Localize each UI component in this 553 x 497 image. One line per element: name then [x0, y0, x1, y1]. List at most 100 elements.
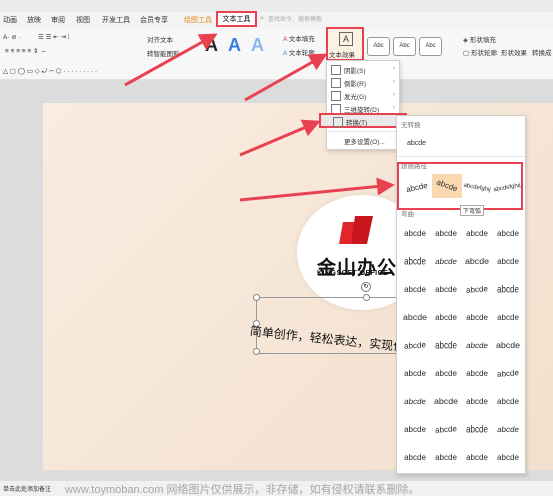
warp-option[interactable]: abcde	[493, 306, 523, 330]
menu-item-transform[interactable]: 转换(T) ›	[319, 113, 407, 128]
tab-developer[interactable]: 开发工具	[102, 15, 130, 25]
resize-handle[interactable]	[253, 294, 260, 301]
convert-smartart-button[interactable]: 转智能图形	[147, 48, 180, 58]
warp-option[interactable]: abcde	[429, 250, 462, 274]
shape-tools-icon[interactable]: △ ▢ ◯ ▭ ◇ ⤾ ⌒ ⬡ · · · · · · · · ·	[3, 67, 97, 76]
logo-subtitle: KINGSOFT OFFICE	[317, 270, 389, 277]
text-style-black-icon[interactable]: A	[205, 35, 218, 56]
glow-icon	[331, 91, 341, 101]
tooltip: 下弯弧	[460, 205, 485, 216]
shadow-icon	[331, 65, 341, 75]
warp-option[interactable]: abcde	[400, 222, 430, 246]
title-bar-strip	[0, 0, 553, 12]
text-effect-icon: A	[339, 32, 353, 46]
shape-outline-button[interactable]: ▢ 形状轮廓	[463, 47, 497, 57]
text-style-blue-icon[interactable]: A	[228, 35, 241, 56]
warp-option[interactable]: abcde	[462, 390, 492, 414]
text-style-outline-icon[interactable]: A	[251, 35, 264, 56]
text-fill-button[interactable]: A 文本填充	[283, 33, 315, 43]
align-text-button[interactable]: 对齐文本	[147, 34, 173, 44]
warp-option[interactable]: abcde	[430, 417, 462, 443]
menu-bar: 动画 放映 审阅 视图 开发工具 会员专享 绘图工具 文本工具 ⌕ 查找命令、搜…	[0, 11, 553, 30]
tab-animation[interactable]: 动画	[3, 15, 17, 25]
shape-effect-button[interactable]: 形状效果	[501, 47, 527, 57]
shape-fill-button[interactable]: ◈ 形状填充	[463, 34, 496, 44]
path-circle-option[interactable]: abcdefghij	[460, 174, 494, 203]
warp-option[interactable]: abcde	[493, 222, 523, 246]
warp-option[interactable]: abcde	[431, 306, 461, 330]
list-controls-icon[interactable]: ☰ ☰ ⇤ ⇥ ⁞	[38, 33, 70, 41]
style-preset-1[interactable]: Abc	[367, 37, 390, 56]
warp-option[interactable]: abcde	[400, 278, 430, 302]
warp-option[interactable]: abcde	[400, 246, 430, 277]
text-effect-button[interactable]: A 文本效果	[326, 27, 364, 61]
warp-option[interactable]: abcde	[493, 446, 523, 470]
panel-divider	[397, 156, 525, 157]
no-transform-heading: 无转换	[401, 122, 421, 129]
transform-icon	[333, 117, 343, 127]
warp-option[interactable]: abcde	[431, 330, 461, 361]
tab-member[interactable]: 会员专享	[140, 15, 168, 25]
menu-item-glow[interactable]: 发光(G) ›	[327, 89, 399, 102]
warp-option[interactable]: abcde	[399, 306, 432, 330]
warp-option[interactable]: abcde	[400, 418, 430, 442]
warp-option[interactable]: abcde	[462, 362, 492, 386]
no-transform-option[interactable]: abcde	[407, 140, 426, 147]
reflection-icon	[331, 78, 341, 88]
warp-option[interactable]: abcde	[431, 222, 461, 246]
tab-drawing-tool[interactable]: 绘图工具	[184, 15, 212, 25]
warp-option[interactable]: abcde	[460, 334, 493, 358]
chevron-right-icon: ›	[392, 65, 395, 72]
search-icon: ⌕	[260, 15, 264, 22]
warp-option[interactable]: abcde	[492, 334, 525, 358]
kingsoft-logo-icon	[339, 216, 373, 244]
style-preset-3[interactable]: Abc	[419, 37, 442, 56]
follow-path-group: abcde abcde abcdefghij abcdefghij	[397, 162, 523, 210]
warp-option[interactable]: abcde	[430, 390, 463, 414]
warp-option[interactable]: abcde	[493, 274, 523, 305]
warp-option[interactable]: abcde	[431, 278, 461, 302]
resize-handle[interactable]	[253, 348, 260, 355]
warp-option[interactable]: abcde	[399, 333, 431, 359]
search-input[interactable]: 查找命令、搜索模板	[268, 14, 348, 26]
menu-item-shadow[interactable]: 阴影(S) ›	[327, 63, 399, 76]
warp-option[interactable]: abcde	[461, 250, 494, 274]
text-effect-menu: 阴影(S) › 倒影(R) › 发光(G) › 三维旋转(D) › 转换(T) …	[319, 60, 407, 150]
format-controls-icon[interactable]: A· ⊘ ·	[3, 33, 21, 41]
menu-item-reflection[interactable]: 倒影(R) ›	[327, 76, 399, 89]
warp-option[interactable]: abcde	[462, 222, 492, 246]
tab-text-tool[interactable]: 文本工具	[216, 11, 257, 27]
warp-option[interactable]: abcde	[461, 277, 493, 303]
menu-item-more-settings[interactable]: 更多设置(O)...	[327, 134, 399, 147]
notes-placeholder[interactable]: 单击此处添加备注	[3, 484, 51, 493]
style-preset-2[interactable]: Abc	[393, 37, 416, 56]
warp-option[interactable]: abcde	[398, 390, 431, 414]
tab-review[interactable]: 审阅	[51, 15, 65, 25]
warp-option[interactable]: abcde	[462, 306, 492, 330]
menu-divider	[327, 131, 399, 132]
rotate-handle-icon[interactable]: ↻	[361, 282, 371, 292]
path-arch-up-option[interactable]: abcde	[400, 173, 434, 203]
text-outline-button[interactable]: A 文本轮廓	[283, 47, 315, 57]
warp-option[interactable]: abcde	[400, 446, 430, 470]
warp-option[interactable]: abcde	[431, 362, 461, 386]
warp-option[interactable]: abcde	[493, 390, 523, 414]
warp-option[interactable]: abcde	[492, 361, 524, 387]
chevron-right-icon: ›	[392, 104, 395, 111]
paragraph-align-icon[interactable]: ≡ ≡ ≡ ≡ ≡ ⇕ ⇔	[5, 47, 47, 55]
chevron-right-icon: ›	[392, 78, 395, 85]
path-arch-down-option[interactable]: abcde	[432, 174, 462, 198]
warp-option[interactable]: abcde	[431, 446, 461, 470]
warp-option[interactable]: abcde	[400, 362, 430, 386]
path-button-option[interactable]: abcdefghij	[490, 174, 524, 203]
tab-slideshow[interactable]: 放映	[27, 15, 41, 25]
warp-option[interactable]: abcde	[491, 418, 524, 442]
warp-option[interactable]: abcde	[493, 250, 523, 274]
convert-button[interactable]: 转换成	[532, 47, 552, 57]
chevron-right-icon: ›	[392, 91, 395, 98]
tab-view[interactable]: 视图	[76, 15, 90, 25]
resize-handle[interactable]	[363, 294, 370, 301]
ribbon: A· ⊘ · ☰ ☰ ⇤ ⇥ ⁞ ≡ ≡ ≡ ≡ ≡ ⇕ ⇔ 对齐文本 转智能图…	[0, 29, 553, 66]
warp-option[interactable]: abcde	[462, 414, 492, 445]
warp-option[interactable]: abcde	[462, 446, 492, 470]
